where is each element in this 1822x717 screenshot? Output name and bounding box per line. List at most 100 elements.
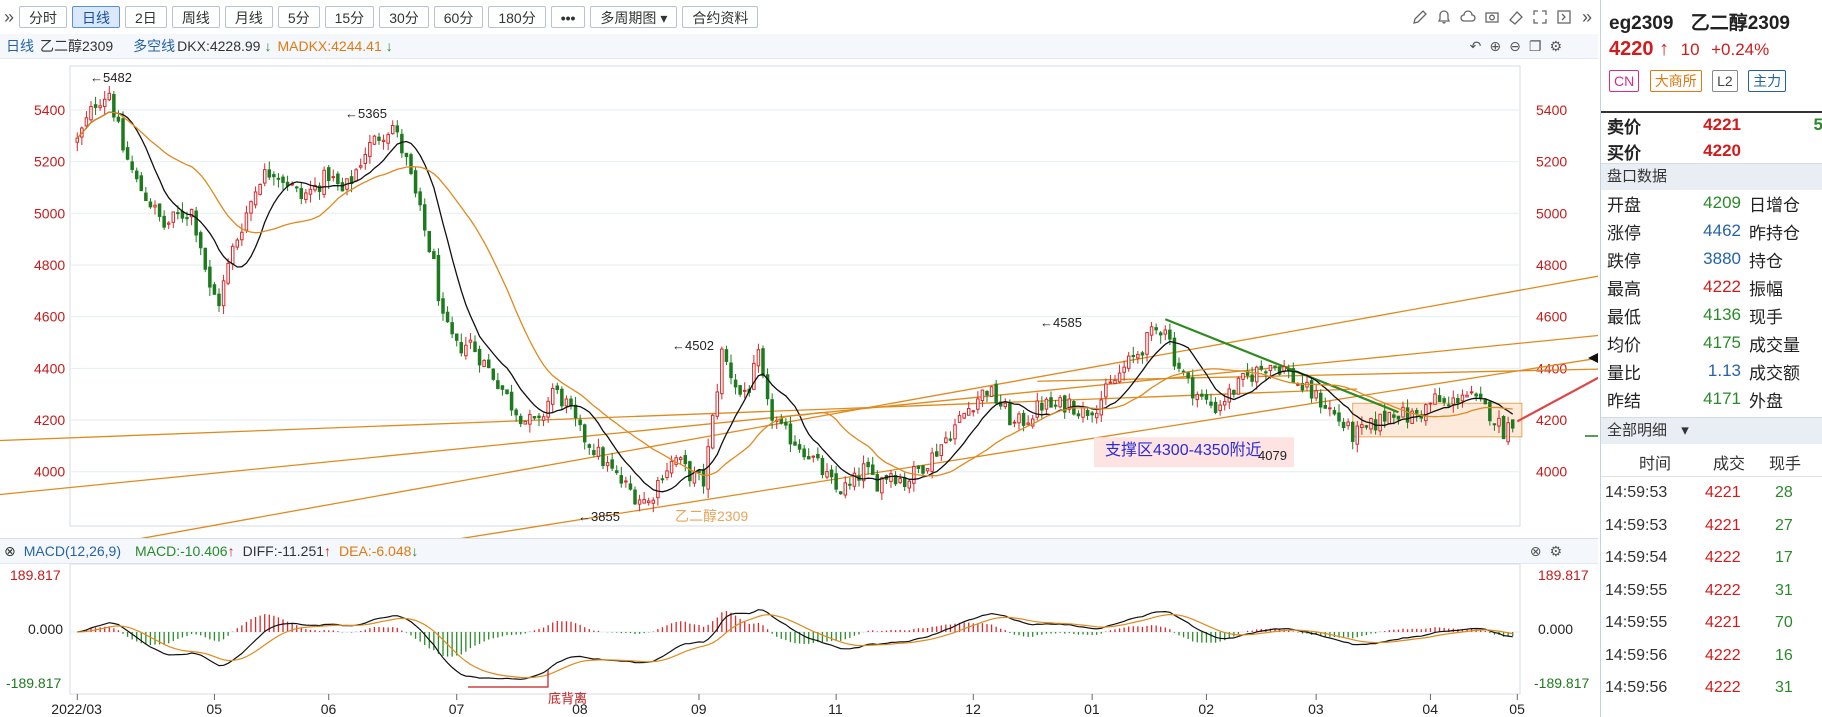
collapse-sidebar-button[interactable]: » [4, 7, 14, 28]
candle-body [98, 105, 102, 109]
tag-l2[interactable]: L2 [1712, 70, 1738, 92]
macd-close-icon[interactable]: ⊗ [4, 543, 16, 560]
period-button-0[interactable]: 分时 [19, 6, 68, 28]
camera-icon[interactable] [1484, 9, 1500, 25]
x-tick-label: 2022/03 [51, 701, 102, 717]
trendline[interactable] [361, 353, 1598, 538]
quote-value: 4175 [1703, 333, 1741, 352]
quote-label-secondary: 成交量 [1749, 335, 1800, 355]
tag-cn[interactable]: CN [1609, 70, 1640, 92]
candle-body [491, 368, 496, 380]
candle-body [1094, 412, 1099, 419]
period-button-2[interactable]: 2日 [125, 6, 167, 28]
quote-row: 均价 4175 成交量 [1607, 330, 1822, 356]
candle-body [793, 441, 797, 446]
trades-dropdown-icon[interactable]: ▾ [1681, 422, 1689, 439]
quote-label: 最低 [1607, 307, 1641, 327]
window-icon[interactable]: ❐ [1529, 38, 1542, 55]
trade-time: 14:59:56 [1605, 679, 1668, 696]
candle-body [340, 182, 345, 192]
indicator-name[interactable]: 多空线 [133, 36, 175, 56]
candle-body [555, 385, 560, 391]
macd-value: MACD:-10.406 [135, 543, 228, 559]
eraser-icon[interactable] [1508, 9, 1524, 25]
candle-body [422, 204, 427, 231]
expand-right-button[interactable]: » [1582, 7, 1592, 28]
candle-body [953, 424, 957, 440]
candle-body [395, 125, 400, 133]
last-price-row: 4220 ↑ 10 +0.24% [1609, 38, 1769, 61]
period-button-5[interactable]: 5分 [277, 6, 320, 28]
macd-settings-icon[interactable]: ⚙ [1549, 543, 1562, 560]
candle-body [372, 135, 377, 145]
macd-indicator-name[interactable]: MACD(12,26,9) [24, 543, 121, 559]
quote-section-header[interactable]: 盘口数据 [1601, 163, 1822, 190]
candle-body [1158, 332, 1163, 336]
candle-body [500, 385, 505, 390]
price-chart[interactable]: 4000 4200 4400 4600 4800 5000 5200 5400 4000 420… [0, 58, 1598, 538]
candle-body [486, 359, 491, 369]
settings-icon[interactable]: ⚙ [1549, 38, 1562, 55]
multi-period-dropdown[interactable]: 多周期图 ▾ [590, 6, 678, 28]
trendline[interactable] [1516, 345, 1598, 423]
cloud-icon[interactable] [1460, 9, 1476, 25]
period-button-9[interactable]: 180分 [488, 6, 546, 28]
candle-body [1076, 413, 1081, 417]
quote-row: 最高 4222 振幅 [1607, 274, 1822, 300]
candle-body [1058, 397, 1062, 408]
candle-body [1268, 364, 1273, 372]
macd-close-pane-icon[interactable]: ⊗ [1530, 543, 1542, 560]
fullscreen-icon[interactable] [1532, 9, 1548, 25]
bell-icon[interactable] [1436, 9, 1452, 25]
zoom-out-icon[interactable]: ⊖ [1509, 38, 1521, 55]
quote-label: 涨停 [1607, 223, 1641, 243]
candle-body [1396, 415, 1401, 420]
period-buttons: 分时 日线 2日 周线 月线 5分 15分 30分 60分 180分 [14, 6, 546, 28]
candle-body [660, 478, 665, 481]
candle-body [1433, 393, 1437, 405]
candle-body [656, 480, 660, 499]
y-tick-right: 4400 [1536, 360, 1567, 376]
zoom-in-icon[interactable]: ⊕ [1489, 38, 1501, 55]
period-button-1[interactable]: 日线 [72, 6, 121, 28]
candle-body [418, 191, 422, 206]
candle-body [84, 117, 89, 127]
x-tick-label: 03 [1308, 701, 1324, 717]
candle-body [1318, 392, 1323, 408]
candle-body [688, 461, 692, 482]
label-high-4502: ←4502 [672, 338, 714, 353]
pen-icon[interactable] [1412, 9, 1428, 25]
tag-exchange[interactable]: 大商所 [1649, 70, 1702, 92]
period-button-7[interactable]: 30分 [379, 6, 429, 28]
more-periods-button[interactable]: ••• [550, 6, 586, 28]
chart-legend: 日线 乙二醇2309 多空线 DKX:4228.99 ↓ MADKX:4244.… [0, 34, 1598, 59]
candle-body [683, 455, 688, 465]
quote-label-secondary: 日增仓 [1749, 195, 1800, 215]
trade-row: 14:59:53 4221 28 [1601, 478, 1822, 510]
candle-body [1492, 423, 1497, 426]
candle-body [276, 177, 281, 180]
candle-body [528, 414, 532, 425]
trade-time: 14:59:53 [1605, 484, 1668, 501]
contract-info-button[interactable]: 合约资料 [682, 6, 759, 28]
candle-body [573, 404, 578, 419]
candle-body [134, 170, 139, 180]
tag-main[interactable]: 主力 [1748, 70, 1787, 92]
period-button-3[interactable]: 周线 [171, 6, 220, 28]
period-button-6[interactable]: 15分 [324, 6, 375, 28]
trade-price: 4222 [1705, 679, 1741, 696]
undo-icon[interactable]: ↶ [1470, 38, 1482, 55]
candle-body [450, 322, 454, 335]
period-button-8[interactable]: 60分 [433, 6, 484, 28]
support-zone-box[interactable] [1352, 402, 1523, 438]
trendline[interactable] [0, 388, 1358, 442]
trades-section-header[interactable]: 全部明细 ▾ [1601, 417, 1822, 444]
expand-icon[interactable] [1556, 9, 1572, 25]
period-button-4[interactable]: 月线 [224, 6, 273, 28]
candle-body [605, 462, 610, 467]
macd-chart[interactable]: 189.817 0.000 -189.817 189.817 0.000 -18… [0, 562, 1598, 717]
candle-body [509, 391, 514, 411]
candle-body [1506, 422, 1510, 443]
quote-label: 开盘 [1607, 195, 1641, 215]
candle-body [1355, 425, 1360, 445]
